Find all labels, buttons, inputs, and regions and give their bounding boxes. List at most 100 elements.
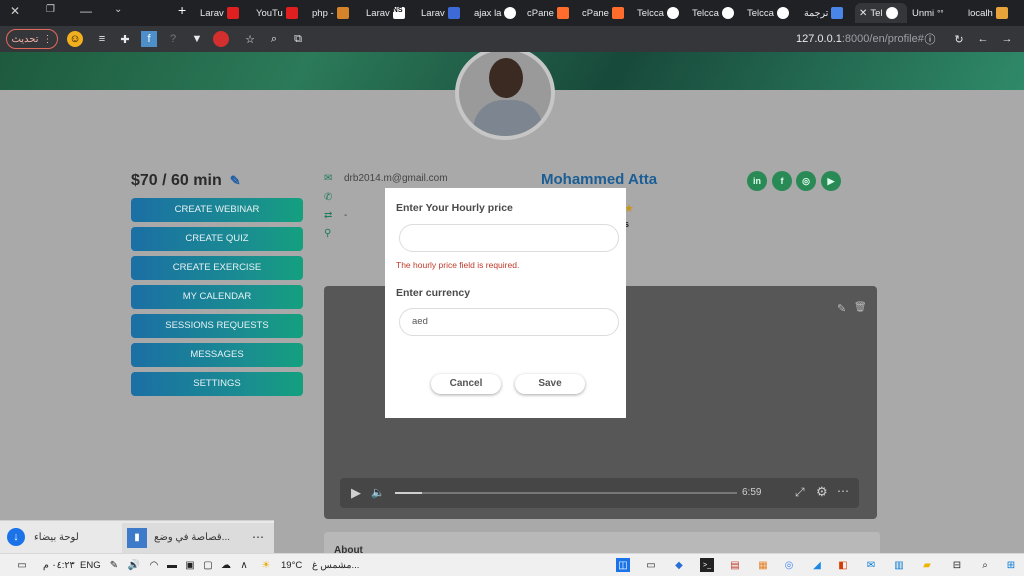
edit-price-icon[interactable]: ✎ xyxy=(230,173,241,189)
facebook-icon[interactable]: f xyxy=(772,171,792,191)
my-calendar-button[interactable]: MY CALENDAR xyxy=(131,285,303,309)
terminal-icon[interactable]: >_ xyxy=(700,558,714,572)
office-icon[interactable]: ◧ xyxy=(836,558,850,572)
windows-start-icon[interactable]: ⊞ xyxy=(1004,558,1018,572)
tab-2[interactable]: YouTu xyxy=(256,3,308,23)
tab-3[interactable]: php - xyxy=(312,3,364,23)
install-app-icon[interactable]: ⧉ xyxy=(290,31,306,47)
tray-app-icon[interactable]: ▢ xyxy=(201,558,215,572)
settings-gear-icon[interactable]: ⚙ xyxy=(816,484,828,500)
reload-icon[interactable]: ↻ xyxy=(951,31,967,47)
sessions-requests-button[interactable]: SESSIONS REQUESTS xyxy=(131,314,303,338)
tab-8[interactable]: cPane xyxy=(582,3,634,23)
file-explorer-icon[interactable]: ▰ xyxy=(920,558,934,572)
edit-video-icon[interactable]: ✎ xyxy=(837,302,846,315)
mail-icon[interactable]: ✉ xyxy=(864,558,878,572)
about-section[interactable]: About xyxy=(324,532,880,553)
new-tab-icon[interactable]: + xyxy=(178,2,186,18)
adblock-icon[interactable] xyxy=(213,31,229,47)
notifications-icon[interactable]: ▭ xyxy=(15,558,29,572)
update-button[interactable]: تحديث ⋮ xyxy=(6,29,58,49)
chrome-icon[interactable]: ◎ xyxy=(782,558,796,572)
video-duration: 6:59 xyxy=(742,487,762,498)
mail-icon: ✉ xyxy=(324,173,333,184)
fullscreen-icon[interactable]: ⤢ xyxy=(795,485,805,500)
tab-search-chevron-icon[interactable]: ⌄ xyxy=(114,4,122,15)
tab-12[interactable]: ترجمة xyxy=(804,3,852,23)
video-controls: ▶ 🔈 6:59 ⤢ ⚙ ⋯ xyxy=(340,478,859,508)
download-item-active[interactable]: ▮ قصاصة في وضع... ⋯ xyxy=(122,523,274,553)
youtube-icon[interactable]: ▶ xyxy=(821,171,841,191)
tab-active[interactable]: ✕ Tel xyxy=(855,3,907,23)
instagram-icon[interactable]: ◎ xyxy=(796,171,816,191)
temperature[interactable]: 19°C xyxy=(281,560,302,571)
delete-video-icon[interactable]: 🗑 xyxy=(854,302,867,313)
store-icon[interactable]: ▥ xyxy=(892,558,906,572)
tab-label: ترجمة xyxy=(804,7,829,19)
settings-button[interactable]: SETTINGS xyxy=(131,372,303,396)
tab-4[interactable]: Larav NS xyxy=(366,3,418,23)
weather-text[interactable]: مشمس غ... xyxy=(312,560,359,571)
f-extension-icon[interactable]: f xyxy=(141,31,157,47)
tab-6[interactable]: ajax la xyxy=(474,3,522,23)
create-webinar-button[interactable]: CREATE WEBINAR xyxy=(131,198,303,222)
close-tab-icon[interactable]: ✕ xyxy=(859,8,867,19)
create-quiz-button[interactable]: CREATE QUIZ xyxy=(131,227,303,251)
play-icon[interactable]: ▶ xyxy=(351,485,361,501)
tab-15[interactable]: localh xyxy=(968,3,1020,23)
cloud-icon[interactable]: ☁ xyxy=(219,558,233,572)
taskbar-app-icon[interactable]: ◫ xyxy=(616,558,630,572)
taskbar: ▭ ٠٤:٢٣ م ENG ✎ 🔊 ◠ ▬ ▣ ▢ ☁ ∧ ☀ 19°C مشم… xyxy=(0,553,1024,576)
taskbar-app-icon[interactable]: ◆ xyxy=(672,558,686,572)
task-view-icon[interactable]: ⊟ xyxy=(950,558,964,572)
taskbar-app-icon[interactable]: ▦ xyxy=(756,558,770,572)
forward-icon[interactable]: → xyxy=(999,31,1015,47)
tab-7[interactable]: cPane xyxy=(527,3,579,23)
tab-9[interactable]: Telcca xyxy=(637,3,689,23)
input-language[interactable]: ENG xyxy=(80,560,101,571)
cancel-button[interactable]: Cancel xyxy=(431,374,501,394)
battery-icon[interactable]: ▬ xyxy=(165,558,179,572)
reading-list-icon[interactable]: ≡ xyxy=(94,31,110,47)
download-item-label[interactable]: لوحة بيضاء xyxy=(34,532,79,543)
volume-icon[interactable]: 🔊 xyxy=(127,558,141,572)
volume-icon[interactable]: 🔈 xyxy=(371,486,385,499)
download-icon[interactable]: ↓ xyxy=(7,528,25,546)
create-exercise-button[interactable]: CREATE EXERCISE xyxy=(131,256,303,280)
extension-emoji-icon[interactable]: ☺ xyxy=(67,31,83,47)
messages-button[interactable]: MESSAGES xyxy=(131,343,303,367)
puzzle-extensions-icon[interactable]: ✚ xyxy=(117,31,133,47)
search-icon[interactable]: ⌕ xyxy=(266,31,282,47)
taskbar-app-icon[interactable]: ▭ xyxy=(644,558,658,572)
vscode-icon[interactable]: ◢ xyxy=(810,558,824,572)
clock[interactable]: ٠٤:٢٣ م xyxy=(43,560,75,571)
star-bookmark-icon[interactable]: ☆ xyxy=(242,31,258,47)
vue-devtools-icon[interactable]: ▼ xyxy=(189,31,205,47)
close-window-icon[interactable]: ✕ xyxy=(10,4,20,18)
more-horiz-icon[interactable]: ⋯ xyxy=(252,530,264,544)
tab-5[interactable]: Larav xyxy=(421,3,469,23)
hourly-price-input[interactable] xyxy=(399,224,619,252)
tab-1[interactable]: Larav xyxy=(200,3,252,23)
video-progress-bar[interactable] xyxy=(395,492,737,494)
search-icon[interactable]: ⌕ xyxy=(978,558,992,572)
weather-sun-icon[interactable]: ☀ xyxy=(259,558,273,572)
restore-window-icon[interactable]: ❐ xyxy=(46,4,55,15)
chevron-up-icon[interactable]: ∧ xyxy=(237,558,251,572)
tray-app-icon[interactable]: ▣ xyxy=(183,558,197,572)
tab-10[interactable]: Telcca xyxy=(692,3,744,23)
back-icon[interactable]: ← xyxy=(975,31,991,47)
taskbar-app-icon[interactable]: ▤ xyxy=(728,558,742,572)
wifi-icon[interactable]: ◠ xyxy=(147,558,161,572)
more-options-icon[interactable]: ⋯ xyxy=(837,484,849,498)
currency-input[interactable]: aed xyxy=(399,308,619,336)
address-bar[interactable]: 127.0.0.1:8000/en/profile# xyxy=(796,33,924,45)
linkedin-icon[interactable]: in xyxy=(747,171,767,191)
site-info-icon[interactable]: ⓘ xyxy=(922,31,938,47)
pen-icon[interactable]: ✎ xyxy=(107,558,121,572)
minimize-window-icon[interactable]: — xyxy=(80,4,92,18)
tab-11[interactable]: Telcca xyxy=(747,3,799,23)
tab-14[interactable]: Unmi °° xyxy=(912,3,964,23)
question-extension-icon[interactable]: ? xyxy=(165,31,181,47)
save-button[interactable]: Save xyxy=(515,374,585,394)
